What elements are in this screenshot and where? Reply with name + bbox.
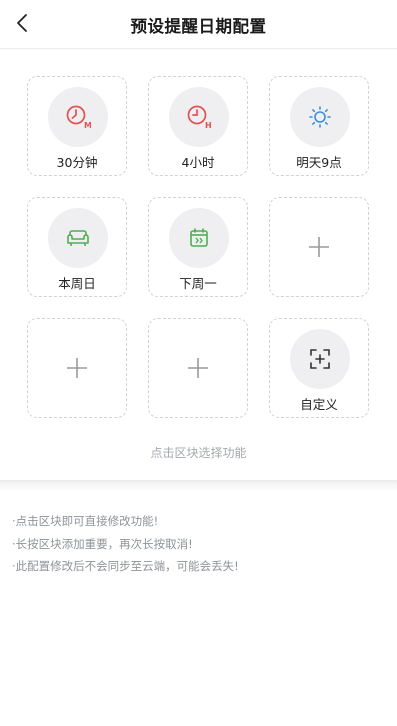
grid-hint-text: 点击区块选择功能: [150, 446, 247, 460]
page-title: 预设提醒日期配置: [130, 17, 267, 36]
tile-4hours[interactable]: H 4小时: [148, 76, 248, 176]
tile-this-sunday[interactable]: 本周日: [27, 197, 127, 297]
calendar-next-icon: [190, 228, 208, 247]
plus-icon: [309, 237, 329, 257]
note-item: ·长按区块添加重要，再次长按取消!: [12, 536, 193, 551]
tile-label: 本周日: [58, 276, 96, 291]
note-item: ·点击区块即可直接修改功能!: [12, 514, 159, 528]
tile-label: 自定义: [300, 397, 338, 412]
svg-text:M: M: [84, 121, 91, 130]
tile-icon-circle: [290, 87, 350, 147]
tile-empty-add[interactable]: [269, 197, 369, 297]
clock-m-icon: M: [66, 105, 91, 130]
tile-icon-circle: [290, 329, 350, 389]
sun-icon: [309, 106, 331, 128]
plus-icon: [67, 358, 87, 378]
tile-icon-circle: M: [48, 87, 108, 147]
tile-next-monday[interactable]: 下周一: [148, 197, 248, 297]
tile-icon-circle: H: [169, 87, 229, 147]
tile-label: 4小时: [181, 155, 215, 170]
notes-list: ·点击区块即可直接修改功能! ·长按区块添加重要，再次长按取消! ·此配置修改后…: [12, 510, 239, 578]
shortcut-grid: M 30分钟 H 4小时 明天9点 本周日 下周一 自定义: [27, 76, 370, 419]
clock-h-icon: H: [187, 105, 212, 130]
tile-icon-circle: [48, 208, 108, 268]
tile-label: 明天9点: [296, 155, 342, 170]
sofa-icon: [67, 230, 89, 246]
header-bar: 预设提醒日期配置: [0, 0, 397, 49]
tile-label: 30分钟: [56, 155, 98, 170]
note-item: ·此配置修改后不会同步至云端，可能会丢失!: [12, 559, 239, 573]
tile-empty-add[interactable]: [148, 318, 248, 418]
tile-tomorrow-9am[interactable]: 明天9点: [269, 76, 369, 176]
tile-label: 下周一: [179, 276, 217, 291]
tile-empty-add[interactable]: [27, 318, 127, 418]
tile-custom[interactable]: 自定义: [269, 318, 369, 418]
plus-icon: [188, 358, 208, 378]
section-divider: [0, 480, 397, 490]
svg-text:H: H: [205, 121, 212, 130]
custom-add-icon: [310, 349, 330, 369]
tile-30min[interactable]: M 30分钟: [27, 76, 127, 176]
tile-icon-circle: [169, 208, 229, 268]
